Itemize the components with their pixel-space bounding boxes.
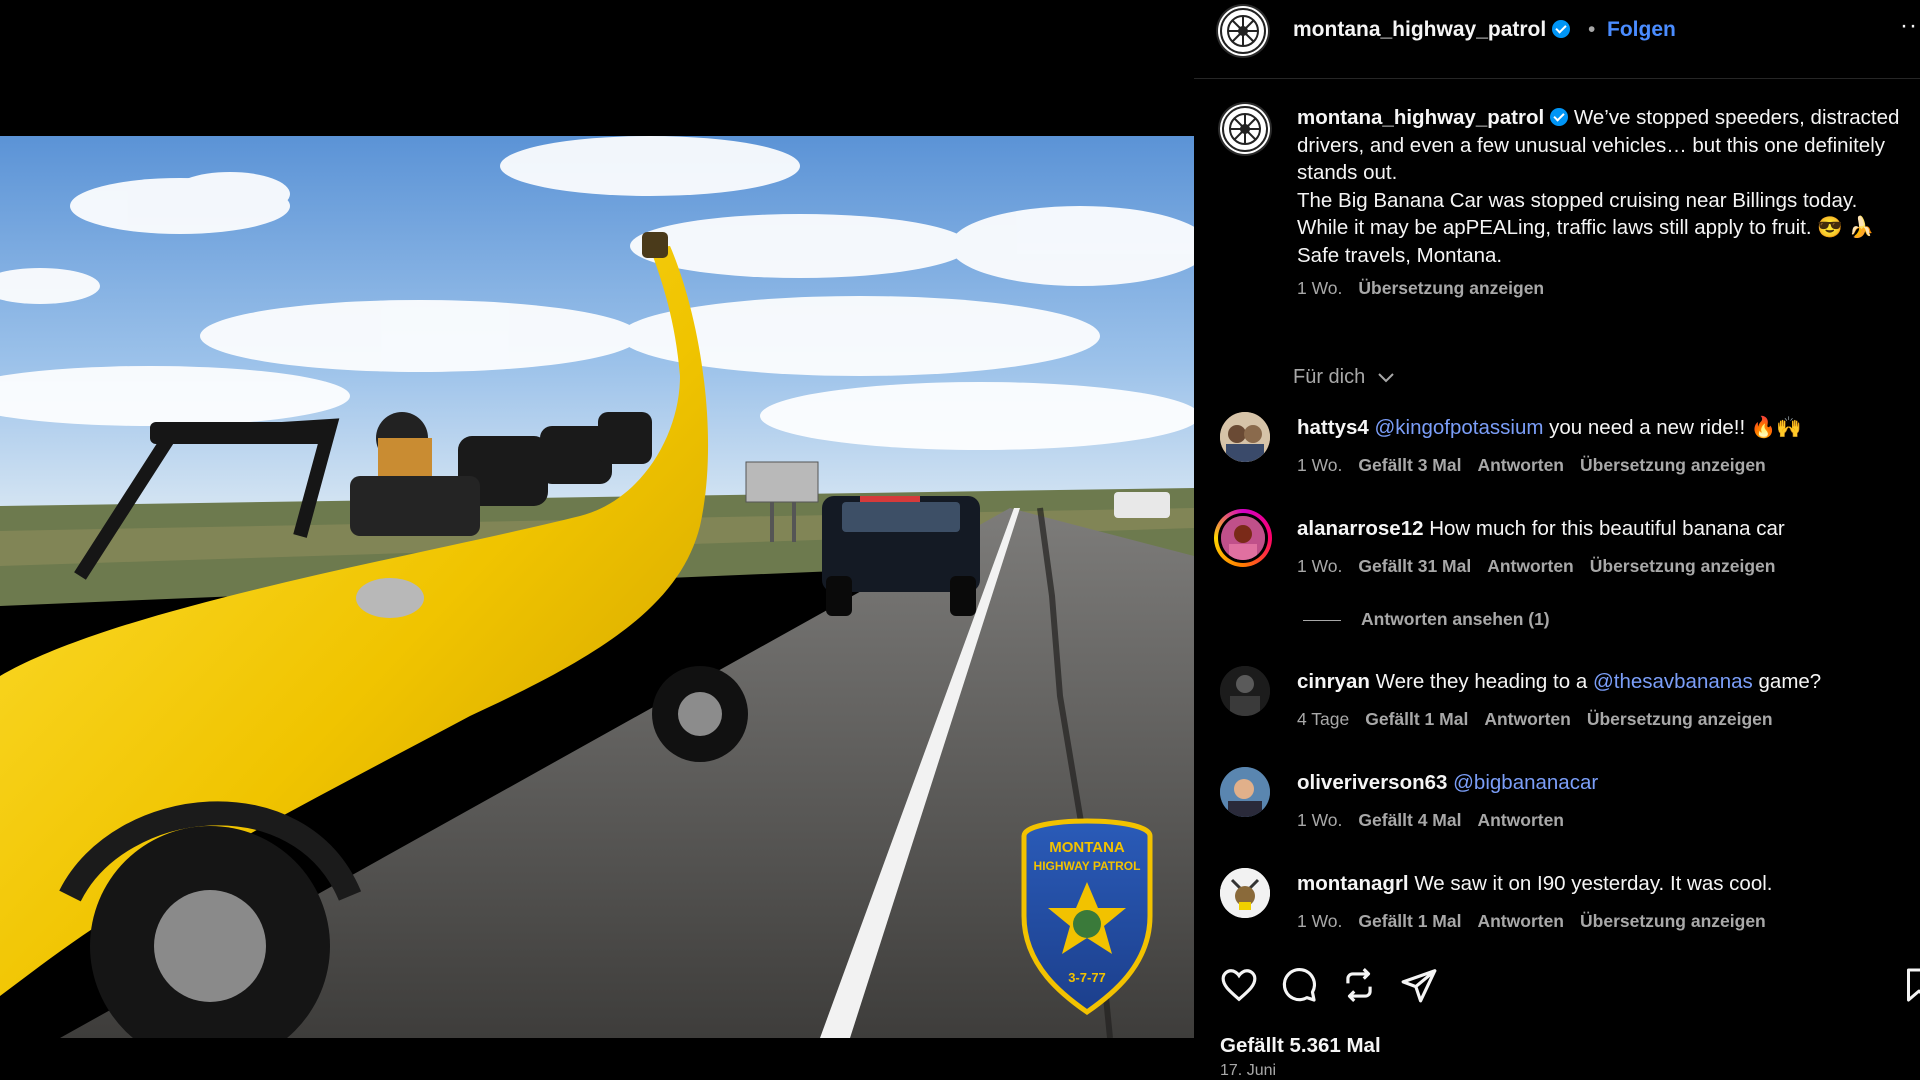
comment-mention[interactable]: @thesavbananas <box>1593 670 1753 693</box>
comment-body: you need a new ride!! 🔥🙌 <box>1549 416 1802 439</box>
caption-translate[interactable]: Übersetzung anzeigen <box>1358 278 1544 298</box>
comment-likes[interactable]: Gefällt 4 Mal <box>1358 810 1461 830</box>
commenter-avatar-story-ring[interactable] <box>1214 509 1272 567</box>
banana-car-photo: MONTANA HIGHWAY PATROL 3-7-77 <box>0 136 1194 1038</box>
comment-sort-label[interactable]: Für dich <box>1293 366 1365 388</box>
comment-body: How much for this beautiful banana car <box>1429 517 1785 540</box>
caption-meta: 1 Wo. Übersetzung anzeigen <box>1297 275 1907 303</box>
caption-username[interactable]: montana_highway_patrol <box>1297 106 1544 129</box>
comment-age: 4 Tage <box>1297 709 1350 729</box>
comment-icon[interactable] <box>1280 966 1318 1004</box>
badge-line2: HIGHWAY PATROL <box>1034 859 1141 873</box>
header-username[interactable]: montana_highway_patrol <box>1293 18 1571 42</box>
badge-bottom: 3-7-77 <box>1068 970 1106 985</box>
comment-body-before: Were they heading to a <box>1375 670 1588 693</box>
commenter-avatar[interactable] <box>1220 666 1270 716</box>
avatar-photo-icon <box>1221 516 1265 560</box>
follow-button[interactable]: Folgen <box>1607 18 1676 42</box>
likes-count[interactable]: Gefällt 5.361 Mal <box>1220 1034 1381 1058</box>
verified-badge-icon <box>1552 20 1571 38</box>
avatar-photo-icon <box>1220 868 1270 918</box>
commenter-avatar[interactable] <box>1220 767 1270 817</box>
post-header: montana_highway_patrol • Folgen ··· <box>1194 0 1920 79</box>
comment-reply-button[interactable]: Antworten <box>1477 911 1564 931</box>
comment-username[interactable]: cinryan <box>1297 670 1370 693</box>
comment-meta: 1 Wo. Gefällt 1 Mal Antworten Übersetzung a… <box>1297 911 1782 932</box>
comment-age: 1 Wo. <box>1297 556 1343 576</box>
comment-username[interactable]: montanagrl <box>1297 872 1409 895</box>
replies-divider <box>1303 619 1341 621</box>
comment-age: 1 Wo. <box>1297 911 1343 931</box>
comment-text: oliveriverson63 @bigbananacar <box>1297 771 1598 795</box>
comment-reply-button[interactable]: Antworten <box>1484 709 1571 729</box>
comment-text: hattys4 @kingofpotassium you need a new … <box>1297 416 1802 440</box>
comment-age: 1 Wo. <box>1297 810 1343 830</box>
comment-translate[interactable]: Übersetzung anzeigen <box>1590 556 1776 576</box>
comment-username[interactable]: oliveriverson63 <box>1297 771 1447 794</box>
comment-age: 1 Wo. <box>1297 455 1343 475</box>
view-replies-button[interactable]: Antworten ansehen (1) <box>1303 609 1550 630</box>
heart-icon[interactable] <box>1220 966 1258 1004</box>
avatar-photo-icon <box>1220 412 1270 462</box>
comment-mention[interactable]: @kingofpotassium <box>1374 416 1543 439</box>
comment-username[interactable]: alanarrose12 <box>1297 517 1424 540</box>
comment-translate[interactable]: Übersetzung anzeigen <box>1587 709 1773 729</box>
post-actions <box>1194 966 1920 1016</box>
send-icon[interactable] <box>1400 966 1438 1004</box>
caption-line2: The Big Banana Car was stopped cruising … <box>1297 188 1875 240</box>
more-options-icon[interactable]: ··· <box>1900 12 1920 40</box>
comment-likes[interactable]: Gefällt 1 Mal <box>1358 911 1461 931</box>
post-side-panel: montana_highway_patrol • Folgen ··· mont… <box>1194 0 1920 1080</box>
verified-badge-icon <box>1550 108 1569 126</box>
chevron-down-icon <box>1378 373 1394 383</box>
patrol-logo-icon <box>1220 8 1266 54</box>
comment-likes[interactable]: Gefällt 3 Mal <box>1358 455 1461 475</box>
comment-reply-button[interactable]: Antworten <box>1487 556 1574 576</box>
account-avatar[interactable] <box>1218 6 1268 56</box>
comment-translate[interactable]: Übersetzung anzeigen <box>1580 911 1766 931</box>
caption-avatar[interactable] <box>1220 104 1270 154</box>
comment-username[interactable]: hattys4 <box>1297 416 1369 439</box>
comment-likes[interactable]: Gefällt 1 Mal <box>1365 709 1468 729</box>
comment-body-after: game? <box>1758 670 1822 693</box>
post-media[interactable]: MONTANA HIGHWAY PATROL 3-7-77 <box>0 0 1194 1080</box>
post-photo[interactable]: MONTANA HIGHWAY PATROL 3-7-77 <box>0 136 1194 1038</box>
comment-text: cinryan Were they heading to a @thesavba… <box>1297 670 1821 694</box>
comment-translate[interactable]: Übersetzung anzeigen <box>1580 455 1766 475</box>
header-username-text[interactable]: montana_highway_patrol <box>1293 18 1546 41</box>
badge-line1: MONTANA <box>1049 839 1125 856</box>
repost-icon[interactable] <box>1340 966 1378 1004</box>
header-separator: • <box>1588 18 1596 41</box>
comment-meta: 1 Wo. Gefällt 3 Mal Antworten Übersetzung a… <box>1297 455 1782 476</box>
caption-line3: Safe travels, Montana. <box>1297 243 1503 267</box>
comment-mention[interactable]: @bigbananacar <box>1453 771 1598 794</box>
post-caption: montana_highway_patrol We’ve stopped spe… <box>1297 104 1907 303</box>
comment-meta: 4 Tage Gefällt 1 Mal Antworten Übersetzung … <box>1297 709 1789 730</box>
comment-likes[interactable]: Gefällt 31 Mal <box>1358 556 1471 576</box>
patrol-logo-icon <box>1222 106 1268 152</box>
commenter-avatar[interactable] <box>1220 412 1270 462</box>
comment-reply-button[interactable]: Antworten <box>1477 455 1564 475</box>
bookmark-icon[interactable] <box>1904 966 1920 1004</box>
comment-reply-button[interactable]: Antworten <box>1477 810 1564 830</box>
avatar-photo-icon <box>1220 666 1270 716</box>
comment-sort-dropdown[interactable]: Für dich <box>1293 366 1395 389</box>
comment-meta: 1 Wo. Gefällt 4 Mal Antworten <box>1297 810 1580 831</box>
comment-text: alanarrose12 How much for this beautiful… <box>1297 517 1785 541</box>
comment-text: montanagrl We saw it on I90 yesterday. I… <box>1297 872 1772 896</box>
caption-age: 1 Wo. <box>1297 278 1343 298</box>
comment-meta: 1 Wo. Gefällt 31 Mal Antworten Übersetzung … <box>1297 556 1791 577</box>
comment-body: We saw it on I90 yesterday. It was cool. <box>1414 872 1773 895</box>
view-replies-label[interactable]: Antworten ansehen (1) <box>1361 609 1550 629</box>
avatar-photo-icon <box>1220 767 1270 817</box>
commenter-avatar[interactable] <box>1220 868 1270 918</box>
post-date: 17. Juni <box>1220 1062 1277 1079</box>
